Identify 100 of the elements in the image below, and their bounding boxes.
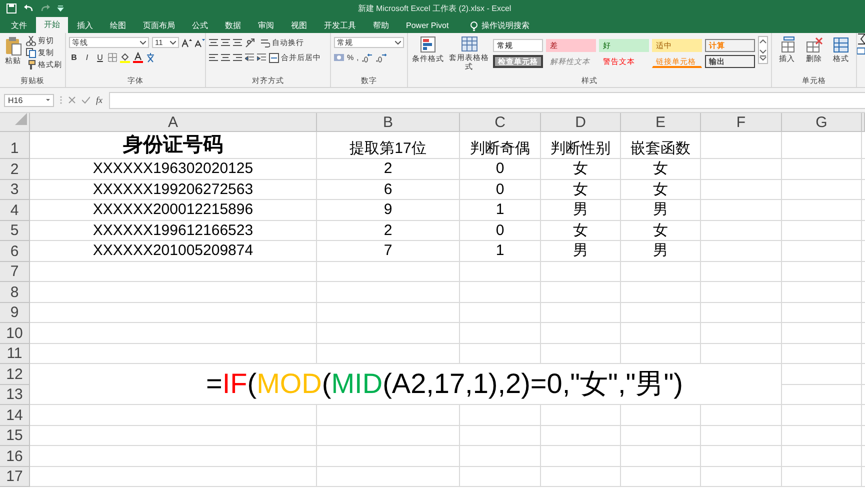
align-middle-icon[interactable] [221, 38, 230, 47]
column-header[interactable]: A [30, 113, 317, 132]
align-left-icon[interactable] [209, 53, 218, 62]
column-header[interactable]: D [541, 113, 621, 132]
decrease-indent-icon[interactable] [245, 53, 254, 62]
ribbon-tab[interactable]: 视图 [283, 19, 315, 33]
row-header[interactable]: 11 [0, 344, 30, 364]
row-header[interactable]: 12 [0, 364, 30, 384]
column-header[interactable]: E [621, 113, 701, 132]
increase-font-size-icon[interactable] [182, 38, 192, 48]
lightbulb-icon[interactable] [470, 21, 478, 31]
paintbrush-icon [26, 60, 36, 70]
save-icon[interactable] [6, 3, 17, 14]
table-cell: 女 [621, 220, 701, 241]
decrease-decimal-icon[interactable] [376, 52, 387, 62]
table-cell: 身份证号码 [30, 132, 317, 159]
ribbon-tab[interactable]: Power Pivot [398, 19, 457, 33]
copy-icon [26, 48, 36, 58]
cells-icon [805, 36, 823, 54]
ribbon-tab[interactable]: 文件 [3, 19, 35, 33]
fill-color-icon[interactable] [120, 52, 130, 63]
ribbon-tab[interactable]: 开发工具 [316, 19, 364, 33]
row-header[interactable]: 1 [0, 132, 30, 159]
align-bottom-icon[interactable] [233, 38, 242, 47]
row-header[interactable]: 10 [0, 323, 30, 344]
decrease-font-size-icon[interactable] [195, 38, 205, 48]
table-cell: 嵌套函数 [621, 132, 701, 159]
font-color-icon[interactable] [133, 52, 143, 63]
column-header[interactable]: G [782, 113, 862, 132]
row-header[interactable]: 9 [0, 302, 30, 323]
ribbon-tab[interactable]: 开始 [36, 17, 68, 33]
insert-function-button[interactable]: fx [96, 95, 102, 105]
align-top-icon[interactable] [209, 38, 218, 47]
cells-icon [832, 36, 850, 54]
table-cell: 7 [317, 241, 460, 262]
row-header[interactable]: 15 [0, 426, 30, 446]
formula-text: =IF(MOD(MID(A2,17,1),2)=0,"女","男") [205, 367, 683, 401]
wrap-text-icon [260, 38, 270, 48]
row-header[interactable]: 16 [0, 446, 30, 466]
chevron-down-icon [140, 40, 146, 44]
scissors-icon [26, 36, 36, 46]
table-cell: 女 [541, 180, 621, 200]
cancel-icon[interactable] [68, 96, 76, 104]
table-icon [460, 36, 478, 53]
formula-input[interactable] [108, 92, 865, 108]
table-cell: 1 [460, 241, 541, 262]
name-box[interactable]: H16 [4, 94, 54, 106]
ribbon-tab[interactable]: 审阅 [250, 19, 282, 33]
autosum-icon[interactable] [857, 33, 865, 55]
row-header[interactable]: 14 [0, 405, 30, 426]
table-cell: 女 [621, 180, 701, 200]
window-title: 新建 Microsoft Excel 工作表 (2).xlsx - Excel [356, 3, 512, 14]
align-center-icon[interactable] [221, 53, 230, 62]
clipboard-icon [4, 36, 22, 56]
ribbon-tab[interactable]: 插入 [69, 19, 101, 33]
row-header[interactable]: 3 [0, 180, 30, 200]
table-cell: XXXXXX199206272563 [30, 180, 317, 200]
table-cell: 女 [541, 220, 621, 241]
table-cell: XXXXXX199612166523 [30, 220, 317, 241]
table-cell: XXXXXX200012215896 [30, 200, 317, 220]
column-header[interactable]: F [701, 113, 782, 132]
column-header[interactable]: C [460, 113, 541, 132]
table-cell: 判断奇偶 [460, 132, 541, 159]
enter-check-icon[interactable] [82, 96, 90, 104]
borders-icon[interactable] [108, 53, 117, 62]
bold-button[interactable]: B [69, 53, 79, 62]
row-header[interactable]: 4 [0, 200, 30, 220]
italic-button[interactable]: I [82, 53, 92, 62]
increase-indent-icon[interactable] [257, 53, 266, 62]
column-header[interactable]: B [317, 113, 460, 132]
increase-decimal-icon[interactable] [362, 52, 373, 62]
table-cell: XXXXXX201005209874 [30, 241, 317, 262]
row-header[interactable]: 7 [0, 262, 30, 282]
row-header[interactable]: 6 [0, 241, 30, 262]
ribbon-tab[interactable]: 页面布局 [135, 19, 183, 33]
underline-button[interactable]: U [95, 53, 105, 62]
chevron-down-icon [395, 40, 401, 44]
text-orientation-icon[interactable] [245, 38, 257, 48]
row-header[interactable]: 5 [0, 220, 30, 241]
tell-me-search[interactable]: 操作说明搜索 [482, 19, 530, 33]
ribbon-tab[interactable]: 公式 [184, 19, 216, 33]
ribbon-tab[interactable]: 数据 [217, 19, 249, 33]
table-cell: 0 [460, 159, 541, 180]
customize-toolbar-icon[interactable] [57, 5, 64, 12]
table-cell: 9 [317, 200, 460, 220]
row-header[interactable]: 17 [0, 466, 30, 487]
align-right-icon[interactable] [233, 53, 242, 62]
undo-icon[interactable] [23, 4, 34, 13]
row-header[interactable]: 8 [0, 282, 30, 302]
row-header[interactable]: 13 [0, 384, 30, 405]
table-cell: 判断性别 [541, 132, 621, 159]
table-cell: 0 [460, 180, 541, 200]
table-cell: 男 [621, 200, 701, 220]
ribbon-tab[interactable]: 绘图 [102, 19, 134, 33]
table-cell: 女 [541, 159, 621, 180]
style-gallery-scroll-icon[interactable] [758, 36, 768, 64]
phonetic-guide-icon[interactable] [146, 52, 155, 63]
conditional-formatting-icon [420, 36, 436, 54]
row-header[interactable]: 2 [0, 159, 30, 180]
ribbon-tab[interactable]: 帮助 [365, 19, 397, 33]
